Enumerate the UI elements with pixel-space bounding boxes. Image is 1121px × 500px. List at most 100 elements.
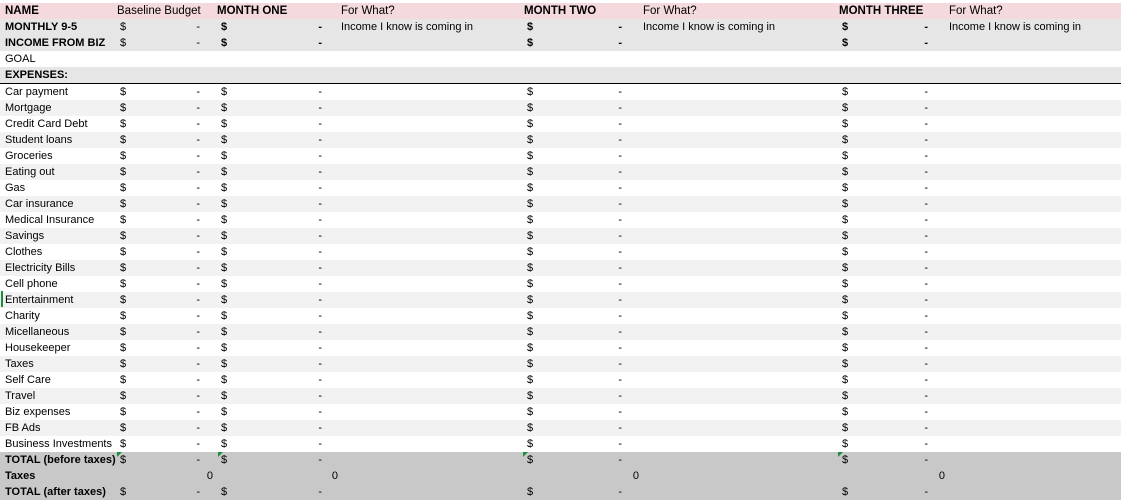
row-label[interactable]: Gas — [5, 180, 25, 196]
cell-m3-value[interactable]: - — [918, 404, 928, 420]
cell-m2-value[interactable]: - — [612, 372, 622, 388]
cell-m2-value[interactable]: - — [612, 356, 622, 372]
cell-m1-value[interactable]: - — [312, 100, 322, 116]
row-label[interactable]: MONTHLY 9-5 — [5, 19, 77, 35]
cell-baseline-dollar[interactable]: $ — [120, 212, 130, 228]
cell-baseline-dollar[interactable]: $ — [120, 276, 130, 292]
row-label[interactable]: Medical Insurance — [5, 212, 94, 228]
row-label[interactable]: FB Ads — [5, 420, 40, 436]
cell-m2-value[interactable]: - — [612, 19, 622, 35]
cell-m3-value[interactable]: - — [918, 164, 928, 180]
col-header-baseline[interactable]: Baseline Budget — [117, 3, 201, 19]
cell-m2-value[interactable]: - — [612, 212, 622, 228]
cell-m3-value[interactable]: - — [918, 308, 928, 324]
row-label[interactable]: Student loans — [5, 132, 72, 148]
cell-m1-value[interactable]: - — [312, 196, 322, 212]
col-header-for-what-1[interactable]: For What? — [341, 3, 395, 19]
cell-m2-taxes[interactable]: 0 — [627, 468, 639, 484]
row-label[interactable]: Groceries — [5, 148, 53, 164]
row-label[interactable]: Car insurance — [5, 196, 73, 212]
cell-baseline-dollar[interactable]: $ — [120, 132, 130, 148]
cell-baseline-value[interactable]: - — [190, 308, 200, 324]
cell-m3-value[interactable]: - — [918, 356, 928, 372]
cell-baseline-value[interactable]: - — [190, 35, 200, 51]
cell-m2-value[interactable]: - — [612, 452, 622, 468]
cell-m3-value[interactable]: - — [918, 388, 928, 404]
cell-baseline-dollar[interactable]: $ — [120, 484, 130, 500]
expenses-label[interactable]: EXPENSES: — [5, 67, 68, 83]
cell-m2-dollar[interactable]: $ — [527, 404, 537, 420]
cell-baseline-value[interactable]: - — [190, 276, 200, 292]
cell-m1-value[interactable]: - — [312, 292, 322, 308]
cell-m2-value[interactable]: - — [612, 148, 622, 164]
cell-m1-value[interactable]: - — [312, 244, 322, 260]
cell-m1-dollar[interactable]: $ — [221, 180, 231, 196]
cell-m1-value[interactable]: - — [312, 132, 322, 148]
cell-baseline-value[interactable]: - — [190, 484, 200, 500]
cell-baseline-dollar[interactable]: $ — [120, 180, 130, 196]
taxes-label[interactable]: Taxes — [5, 468, 35, 484]
row-label[interactable]: Electricity Bills — [5, 260, 75, 276]
cell-baseline-dollar[interactable]: $ — [120, 436, 130, 452]
cell-m1-dollar[interactable]: $ — [221, 356, 231, 372]
cell-m1-value[interactable]: - — [312, 324, 322, 340]
cell-m3-taxes[interactable]: 0 — [933, 468, 945, 484]
row-label[interactable]: Business Investments — [5, 436, 112, 452]
cell-m1-dollar[interactable]: $ — [221, 132, 231, 148]
cell-baseline-value[interactable]: - — [190, 340, 200, 356]
cell-m3-dollar[interactable]: $ — [842, 35, 852, 51]
cell-m3-dollar[interactable]: $ — [842, 180, 852, 196]
cell-m1-value[interactable]: - — [312, 436, 322, 452]
cell-baseline-value[interactable]: - — [190, 228, 200, 244]
cell-m1-taxes[interactable]: 0 — [326, 468, 338, 484]
cell-m2-dollar[interactable]: $ — [527, 276, 537, 292]
cell-m2-value[interactable]: - — [612, 180, 622, 196]
cell-m3-dollar[interactable]: $ — [842, 196, 852, 212]
cell-m2-dollar[interactable]: $ — [527, 292, 537, 308]
cell-baseline-dollar[interactable]: $ — [120, 324, 130, 340]
row-label[interactable]: Housekeeper — [5, 340, 70, 356]
cell-m1-dollar[interactable]: $ — [221, 420, 231, 436]
cell-baseline-value[interactable]: - — [190, 372, 200, 388]
cell-m1-dollar[interactable]: $ — [221, 84, 231, 100]
cell-m3-value[interactable]: - — [918, 260, 928, 276]
cell-m3-dollar[interactable]: $ — [842, 436, 852, 452]
cell-m1-value[interactable]: - — [312, 340, 322, 356]
cell-baseline-dollar[interactable]: $ — [120, 228, 130, 244]
cell-baseline-value[interactable]: - — [190, 420, 200, 436]
cell-baseline-dollar[interactable]: $ — [120, 308, 130, 324]
cell-m2-dollar[interactable]: $ — [527, 308, 537, 324]
cell-baseline-dollar[interactable]: $ — [120, 372, 130, 388]
cell-m3-dollar[interactable]: $ — [842, 484, 852, 500]
cell-baseline-value[interactable]: - — [190, 196, 200, 212]
cell-m2-value[interactable]: - — [612, 388, 622, 404]
cell-baseline-value[interactable]: - — [190, 436, 200, 452]
cell-m2-dollar[interactable]: $ — [527, 84, 537, 100]
cell-baseline-dollar[interactable]: $ — [120, 35, 130, 51]
cell-m1-dollar[interactable]: $ — [221, 308, 231, 324]
cell-m1-dollar[interactable]: $ — [221, 340, 231, 356]
cell-m1-dollar[interactable]: $ — [221, 148, 231, 164]
cell-m1-dollar[interactable]: $ — [221, 276, 231, 292]
cell-baseline-value[interactable]: - — [190, 260, 200, 276]
cell-baseline-value[interactable]: - — [190, 388, 200, 404]
col-header-for-what-3[interactable]: For What? — [949, 3, 1003, 19]
cell-baseline-value[interactable]: - — [190, 292, 200, 308]
cell-m3-value[interactable]: - — [918, 228, 928, 244]
cell-m3-dollar[interactable]: $ — [842, 404, 852, 420]
cell-for-what-2[interactable]: Income I know is coming in — [643, 19, 775, 35]
cell-baseline-value[interactable]: - — [190, 84, 200, 100]
cell-m2-value[interactable]: - — [612, 196, 622, 212]
cell-m1-value[interactable]: - — [312, 35, 322, 51]
cell-baseline-dollar[interactable]: $ — [120, 19, 130, 35]
row-label[interactable]: Taxes — [5, 356, 34, 372]
cell-m2-dollar[interactable]: $ — [527, 116, 537, 132]
row-label[interactable]: Credit Card Debt — [5, 116, 88, 132]
cell-baseline-dollar[interactable]: $ — [120, 292, 130, 308]
cell-m3-dollar[interactable]: $ — [842, 340, 852, 356]
cell-baseline-dollar[interactable]: $ — [120, 420, 130, 436]
cell-baseline-dollar[interactable]: $ — [120, 196, 130, 212]
cell-m2-value[interactable]: - — [612, 164, 622, 180]
cell-m2-value[interactable]: - — [612, 84, 622, 100]
cell-m1-dollar[interactable]: $ — [221, 19, 231, 35]
